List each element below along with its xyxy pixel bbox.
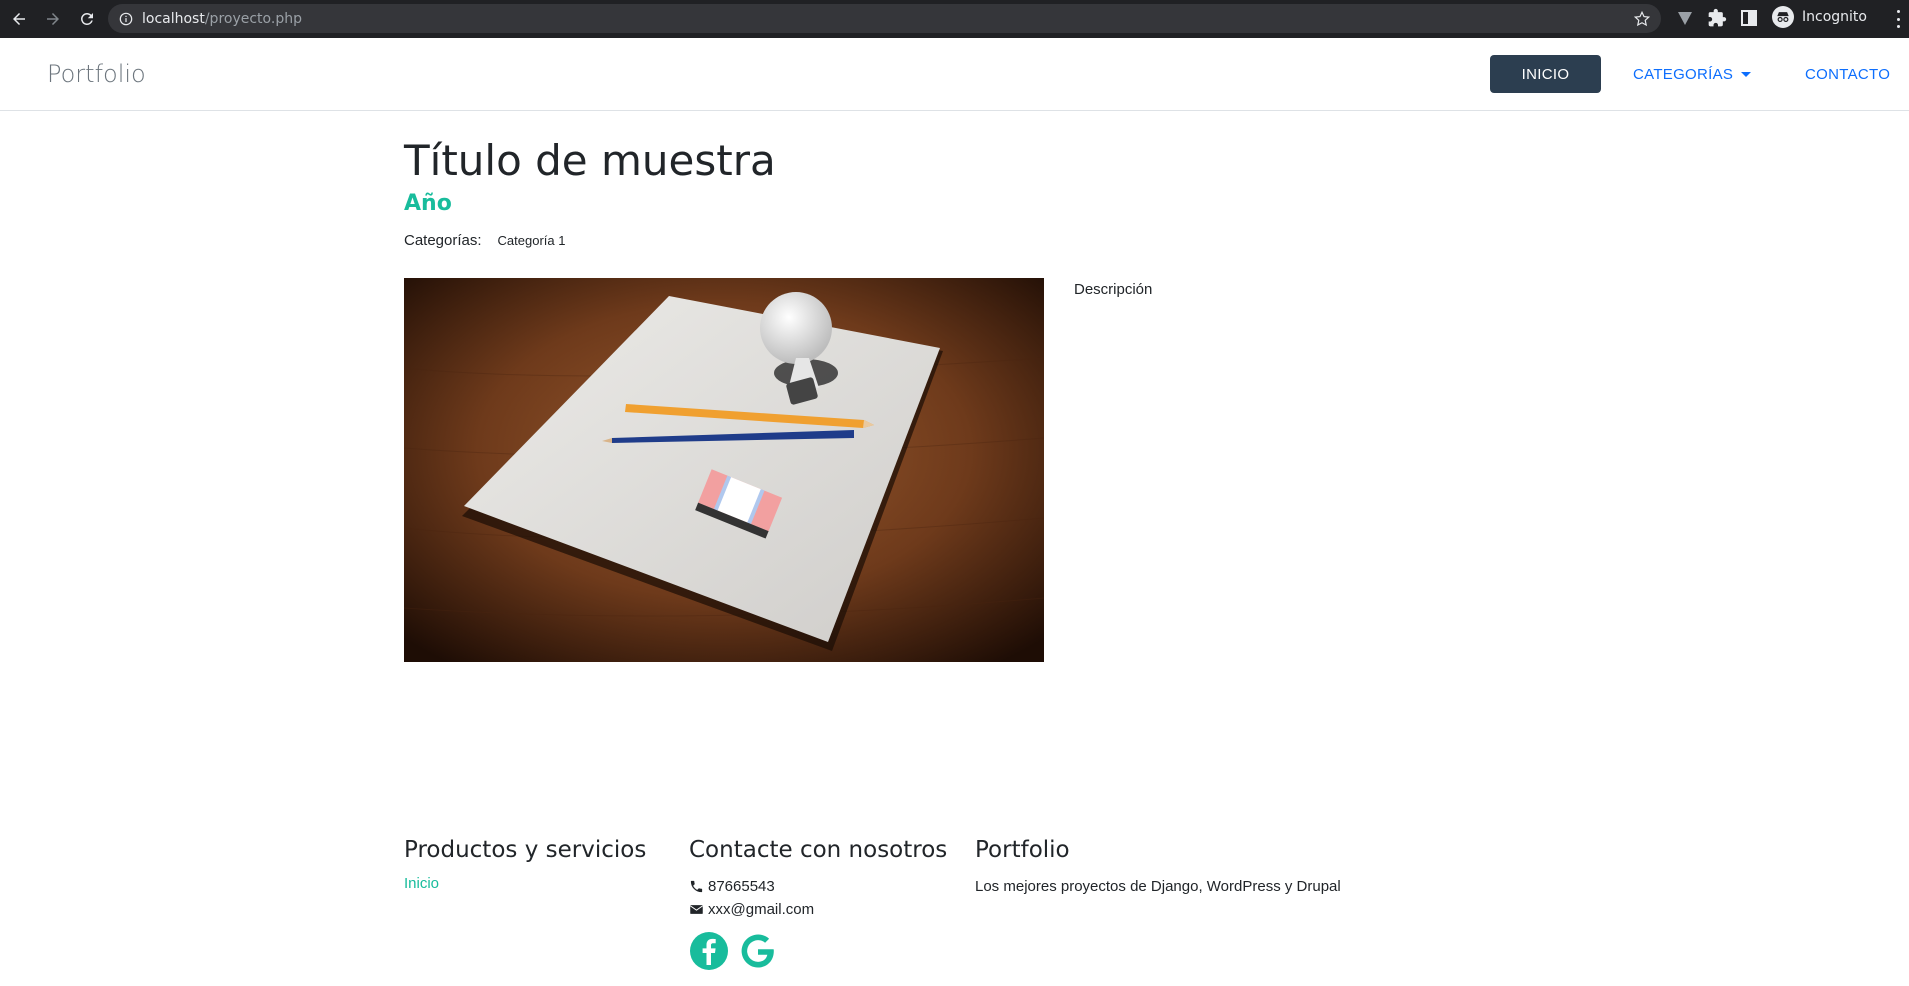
footer-email: xxx@gmail.com [689,898,947,921]
incognito-indicator[interactable]: Incognito [1772,6,1867,28]
footer-about-heading: Portfolio [975,837,1070,863]
footer-link-inicio[interactable]: Inicio [404,875,646,892]
site-navbar: Portfolio INICIO CATEGORÍAS CONTACTO [0,38,1909,111]
facebook-icon[interactable] [689,931,729,971]
project-year: Año [404,191,452,216]
category-badge: Categoría 1 [497,233,566,248]
forward-button[interactable] [38,4,68,34]
project-image [404,278,1044,662]
bookmark-star-icon[interactable] [1633,10,1651,28]
incognito-label: Incognito [1802,9,1867,25]
footer-contact: Contacte con nosotros 87665543 xxx@gmail… [689,837,947,971]
side-panel-icon[interactable] [1739,8,1759,28]
puzzle-icon[interactable] [1707,8,1727,28]
back-button[interactable] [4,4,34,34]
nav-item-inicio[interactable]: INICIO [1490,55,1601,93]
extension-area [1675,8,1759,28]
project-description: Descripción [1074,281,1153,298]
nav-item-categorias[interactable]: CATEGORÍAS [1633,55,1752,93]
caret-down-icon [1741,71,1752,77]
arrow-right-icon [47,13,59,25]
extension-v-icon[interactable] [1675,8,1695,28]
navbar-brand[interactable]: Portfolio [47,60,146,88]
footer-email-text: xxx@gmail.com [708,901,815,918]
address-bar[interactable]: localhost/proyecto.php [108,4,1661,33]
url-path: /proyecto.php [204,10,302,27]
page-title: Título de muestra [404,136,776,185]
phone-icon [690,880,703,893]
incognito-icon [1772,6,1794,28]
browser-toolbar: localhost/proyecto.php Incognito [0,0,1909,38]
nav-item-categorias-label: CATEGORÍAS [1633,65,1734,83]
footer-phone-text: 87665543 [708,878,775,895]
reload-button[interactable] [72,4,102,34]
footer-phone: 87665543 [689,875,947,898]
envelope-icon [689,905,704,914]
categories-label: Categorías: [404,232,482,249]
url-text: localhost/proyecto.php [142,11,302,27]
project-categories: Categorías: Categoría 1 [404,232,569,249]
footer-about-text: Los mejores proyectos de Django, WordPre… [975,878,1341,895]
info-icon[interactable] [118,11,134,27]
footer-services: Productos y servicios Inicio [404,837,646,892]
nav-item-contacto[interactable]: CONTACTO [1805,55,1890,93]
social-links [689,931,947,971]
google-icon[interactable] [738,931,778,971]
reload-icon [81,12,93,25]
url-host: localhost [142,10,205,27]
arrow-left-icon [13,13,25,25]
footer-contact-heading: Contacte con nosotros [689,837,948,863]
footer-services-heading: Productos y servicios [404,837,647,863]
footer-about: Portfolio Los mejores proyectos de Djang… [975,837,1341,898]
browser-menu-icon[interactable] [1895,10,1901,28]
